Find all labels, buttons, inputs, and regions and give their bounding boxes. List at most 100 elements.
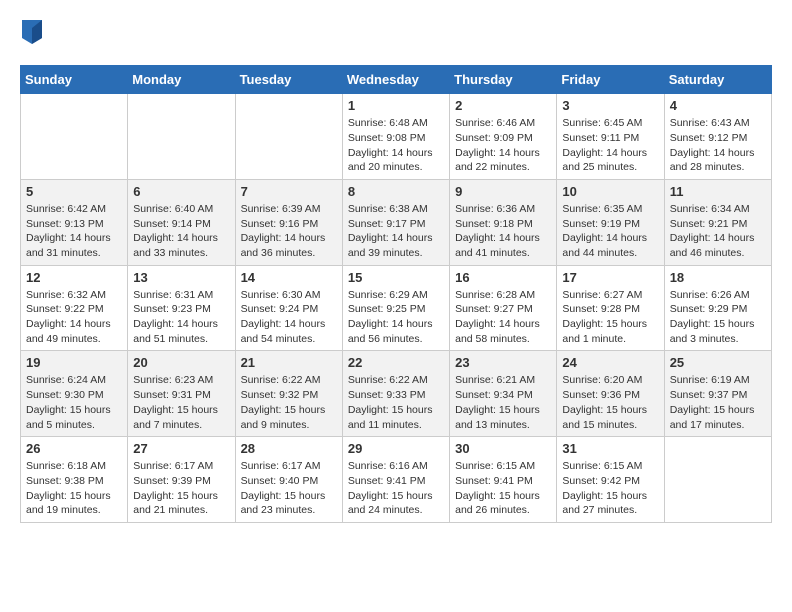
day-number: 24 <box>562 355 658 370</box>
calendar-cell: 1 Sunrise: 6:48 AM Sunset: 9:08 PM Daylig… <box>342 94 449 180</box>
day-info: Sunrise: 6:16 AM Sunset: 9:41 PM Dayligh… <box>348 459 444 518</box>
day-number: 22 <box>348 355 444 370</box>
day-info: Sunrise: 6:29 AM Sunset: 9:25 PM Dayligh… <box>348 288 444 347</box>
day-number: 8 <box>348 184 444 199</box>
calendar-header-monday: Monday <box>128 66 235 94</box>
calendar-cell: 5 Sunrise: 6:42 AM Sunset: 9:13 PM Daylig… <box>21 179 128 265</box>
calendar-cell <box>235 94 342 180</box>
calendar-cell <box>664 437 771 523</box>
calendar-cell: 9 Sunrise: 6:36 AM Sunset: 9:18 PM Daylig… <box>450 179 557 265</box>
calendar-cell: 7 Sunrise: 6:39 AM Sunset: 9:16 PM Daylig… <box>235 179 342 265</box>
day-number: 7 <box>241 184 337 199</box>
day-info: Sunrise: 6:38 AM Sunset: 9:17 PM Dayligh… <box>348 202 444 261</box>
calendar-cell <box>21 94 128 180</box>
day-info: Sunrise: 6:48 AM Sunset: 9:08 PM Dayligh… <box>348 116 444 175</box>
day-number: 17 <box>562 270 658 285</box>
day-info: Sunrise: 6:15 AM Sunset: 9:42 PM Dayligh… <box>562 459 658 518</box>
calendar-cell: 13Sunrise: 6:31 AM Sunset: 9:23 PM Dayli… <box>128 265 235 351</box>
day-info: Sunrise: 6:17 AM Sunset: 9:40 PM Dayligh… <box>241 459 337 518</box>
day-number: 11 <box>670 184 766 199</box>
day-number: 3 <box>562 98 658 113</box>
calendar-cell: 12 Sunrise: 6:32 AM Sunset: 9:22 PM Dayli… <box>21 265 128 351</box>
day-info: Sunrise: 6:42 AM Sunset: 9:13 PM Dayligh… <box>26 202 122 261</box>
calendar-week-row: 19 Sunrise: 6:24 AM Sunset: 9:30 PM Dayli… <box>21 351 772 437</box>
calendar-cell: 18 Sunrise: 6:26 AM Sunset: 9:29 PM Dayli… <box>664 265 771 351</box>
calendar-cell: 6 Sunrise: 6:40 AM Sunset: 9:14 PM Daylig… <box>128 179 235 265</box>
calendar-header-row: SundayMondayTuesdayWednesdayThursdayFrid… <box>21 66 772 94</box>
day-number: 28 <box>241 441 337 456</box>
calendar-cell: 16Sunrise: 6:28 AM Sunset: 9:27 PM Dayli… <box>450 265 557 351</box>
day-number: 9 <box>455 184 551 199</box>
calendar-week-row: 26 Sunrise: 6:18 AM Sunset: 9:38 PM Dayli… <box>21 437 772 523</box>
day-number: 29 <box>348 441 444 456</box>
calendar-cell: 27 Sunrise: 6:17 AM Sunset: 9:39 PM Dayli… <box>128 437 235 523</box>
day-info: Sunrise: 6:45 AM Sunset: 9:11 PM Dayligh… <box>562 116 658 175</box>
calendar-week-row: 1 Sunrise: 6:48 AM Sunset: 9:08 PM Daylig… <box>21 94 772 180</box>
day-info: Sunrise: 6:36 AM Sunset: 9:18 PM Dayligh… <box>455 202 551 261</box>
calendar-header-wednesday: Wednesday <box>342 66 449 94</box>
day-number: 6 <box>133 184 229 199</box>
day-info: Sunrise: 6:35 AM Sunset: 9:19 PM Dayligh… <box>562 202 658 261</box>
calendar-cell: 4Sunrise: 6:43 AM Sunset: 9:12 PM Daylig… <box>664 94 771 180</box>
calendar-header-tuesday: Tuesday <box>235 66 342 94</box>
calendar-header-friday: Friday <box>557 66 664 94</box>
logo-text <box>20 20 42 49</box>
day-info: Sunrise: 6:32 AM Sunset: 9:22 PM Dayligh… <box>26 288 122 347</box>
day-info: Sunrise: 6:27 AM Sunset: 9:28 PM Dayligh… <box>562 288 658 347</box>
day-number: 18 <box>670 270 766 285</box>
day-info: Sunrise: 6:46 AM Sunset: 9:09 PM Dayligh… <box>455 116 551 175</box>
day-number: 27 <box>133 441 229 456</box>
day-info: Sunrise: 6:39 AM Sunset: 9:16 PM Dayligh… <box>241 202 337 261</box>
day-info: Sunrise: 6:30 AM Sunset: 9:24 PM Dayligh… <box>241 288 337 347</box>
day-info: Sunrise: 6:34 AM Sunset: 9:21 PM Dayligh… <box>670 202 766 261</box>
calendar-cell: 8 Sunrise: 6:38 AM Sunset: 9:17 PM Daylig… <box>342 179 449 265</box>
day-info: Sunrise: 6:24 AM Sunset: 9:30 PM Dayligh… <box>26 373 122 432</box>
calendar-cell: 25 Sunrise: 6:19 AM Sunset: 9:37 PM Dayli… <box>664 351 771 437</box>
day-number: 15 <box>348 270 444 285</box>
day-number: 19 <box>26 355 122 370</box>
day-number: 16 <box>455 270 551 285</box>
day-number: 10 <box>562 184 658 199</box>
calendar-cell: 31 Sunrise: 6:15 AM Sunset: 9:42 PM Dayli… <box>557 437 664 523</box>
day-info: Sunrise: 6:15 AM Sunset: 9:41 PM Dayligh… <box>455 459 551 518</box>
calendar-header-saturday: Saturday <box>664 66 771 94</box>
day-info: Sunrise: 6:22 AM Sunset: 9:32 PM Dayligh… <box>241 373 337 432</box>
day-number: 30 <box>455 441 551 456</box>
calendar-cell: 19 Sunrise: 6:24 AM Sunset: 9:30 PM Dayli… <box>21 351 128 437</box>
day-info: Sunrise: 6:17 AM Sunset: 9:39 PM Dayligh… <box>133 459 229 518</box>
calendar-cell: 26 Sunrise: 6:18 AM Sunset: 9:38 PM Dayli… <box>21 437 128 523</box>
day-number: 13 <box>133 270 229 285</box>
day-number: 1 <box>348 98 444 113</box>
day-info: Sunrise: 6:18 AM Sunset: 9:38 PM Dayligh… <box>26 459 122 518</box>
day-info: Sunrise: 6:22 AM Sunset: 9:33 PM Dayligh… <box>348 373 444 432</box>
calendar-header-sunday: Sunday <box>21 66 128 94</box>
logo <box>20 20 42 49</box>
calendar-header-thursday: Thursday <box>450 66 557 94</box>
day-info: Sunrise: 6:19 AM Sunset: 9:37 PM Dayligh… <box>670 373 766 432</box>
day-number: 21 <box>241 355 337 370</box>
calendar-cell: 29 Sunrise: 6:16 AM Sunset: 9:41 PM Dayli… <box>342 437 449 523</box>
day-number: 26 <box>26 441 122 456</box>
calendar-cell: 21 Sunrise: 6:22 AM Sunset: 9:32 PM Dayli… <box>235 351 342 437</box>
calendar-cell: 15 Sunrise: 6:29 AM Sunset: 9:25 PM Dayli… <box>342 265 449 351</box>
calendar-week-row: 12 Sunrise: 6:32 AM Sunset: 9:22 PM Dayli… <box>21 265 772 351</box>
calendar-cell <box>128 94 235 180</box>
calendar-cell: 23Sunrise: 6:21 AM Sunset: 9:34 PM Dayli… <box>450 351 557 437</box>
calendar-cell: 2 Sunrise: 6:46 AM Sunset: 9:09 PM Daylig… <box>450 94 557 180</box>
day-info: Sunrise: 6:21 AM Sunset: 9:34 PM Dayligh… <box>455 373 551 432</box>
calendar-cell: 10 Sunrise: 6:35 AM Sunset: 9:19 PM Dayli… <box>557 179 664 265</box>
day-number: 25 <box>670 355 766 370</box>
logo-icon <box>22 20 42 44</box>
day-number: 5 <box>26 184 122 199</box>
day-info: Sunrise: 6:40 AM Sunset: 9:14 PM Dayligh… <box>133 202 229 261</box>
day-info: Sunrise: 6:43 AM Sunset: 9:12 PM Dayligh… <box>670 116 766 175</box>
day-number: 14 <box>241 270 337 285</box>
calendar-cell: 11 Sunrise: 6:34 AM Sunset: 9:21 PM Dayli… <box>664 179 771 265</box>
day-info: Sunrise: 6:26 AM Sunset: 9:29 PM Dayligh… <box>670 288 766 347</box>
day-number: 12 <box>26 270 122 285</box>
day-number: 2 <box>455 98 551 113</box>
day-number: 20 <box>133 355 229 370</box>
calendar-cell: 20Sunrise: 6:23 AM Sunset: 9:31 PM Dayli… <box>128 351 235 437</box>
calendar-cell: 17 Sunrise: 6:27 AM Sunset: 9:28 PM Dayli… <box>557 265 664 351</box>
day-number: 31 <box>562 441 658 456</box>
